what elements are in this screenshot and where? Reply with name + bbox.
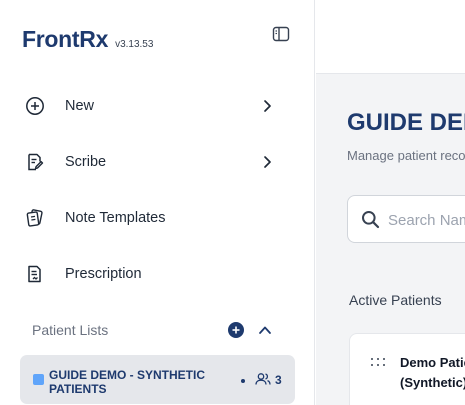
search-box[interactable]	[347, 195, 465, 243]
drag-handle-icon[interactable]	[370, 356, 386, 368]
sidebar-toggle-icon[interactable]	[272, 26, 290, 42]
patient-name: Demo Patient (Synthetic)	[400, 355, 465, 390]
sidebar-item-scribe[interactable]: Scribe	[24, 142, 284, 182]
add-list-icon[interactable]	[228, 322, 244, 338]
prescription-icon	[24, 263, 46, 285]
patient-card[interactable]: Demo Patient (Synthetic)	[349, 333, 465, 405]
cards-icon	[24, 207, 46, 229]
sidebar-item-new[interactable]: New	[24, 86, 284, 126]
chevron-right-icon	[260, 99, 274, 113]
chevron-up-icon[interactable]	[258, 323, 272, 337]
top-bar	[316, 0, 465, 74]
active-dot	[241, 379, 245, 383]
patient-lists-header: Patient Lists	[32, 318, 278, 342]
search-input[interactable]	[388, 209, 465, 231]
sidebar-item-label: Note Templates	[65, 210, 166, 226]
search-icon	[361, 210, 380, 229]
sidebar: FrontRx v3.13.53 New Scribe Note Templat…	[0, 0, 315, 405]
plus-circle-icon	[24, 95, 46, 117]
sidebar-item-label: New	[65, 98, 95, 114]
main-content: GUIDE DEMO - SYNTHETIC PATIENTS Manage p…	[316, 0, 465, 405]
users-icon	[255, 372, 271, 386]
app-logo: FrontRx	[22, 26, 109, 52]
sidebar-item-label: Prescription	[65, 266, 142, 282]
sidebar-item-prescription[interactable]: Prescription	[24, 254, 284, 294]
patient-list-item[interactable]: GUIDE DEMO - SYNTHETIC PATIENTS 3	[20, 355, 295, 404]
patient-list-name: GUIDE DEMO - SYNTHETIC PATIENTS	[49, 368, 206, 396]
active-patients-label: Active Patients	[349, 292, 442, 308]
sidebar-item-label: Scribe	[65, 154, 107, 170]
page-title: GUIDE DEMO - SYNTHETIC PATIENTS	[347, 109, 465, 136]
patient-count: 3	[275, 373, 282, 387]
document-pen-icon	[24, 151, 46, 173]
patient-lists-title: Patient Lists	[32, 322, 109, 338]
sidebar-item-note-templates[interactable]: Note Templates	[24, 198, 284, 238]
list-color-swatch	[33, 374, 44, 385]
brand: FrontRx v3.13.53	[22, 26, 153, 53]
chevron-right-icon	[260, 155, 274, 169]
page-subtitle: Manage patient records	[347, 148, 465, 163]
app-version: v3.13.53	[115, 39, 154, 50]
